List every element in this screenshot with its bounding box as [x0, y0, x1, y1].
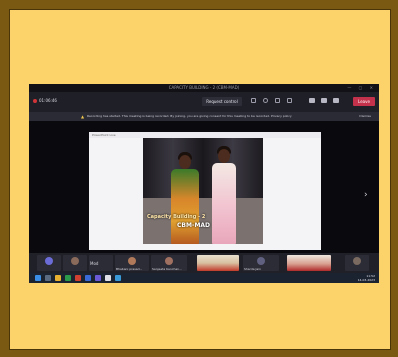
- timer-text: 01:06:46: [39, 98, 57, 103]
- windows-taskbar: 11:52 14-03-2023: [29, 273, 379, 283]
- av-controls: [309, 98, 339, 103]
- avatar: [165, 257, 173, 265]
- curtain-background: [143, 138, 263, 198]
- avatar: [257, 257, 265, 265]
- participant-video-tile[interactable]: [197, 255, 239, 271]
- avatar: [45, 257, 53, 265]
- window-controls[interactable]: — ▢ ✕: [347, 84, 376, 92]
- presentation-slide: PowerPoint Live Capacity Building - 2 CB…: [89, 132, 368, 250]
- shared-screen-stage: PowerPoint Live Capacity Building - 2 CB…: [29, 121, 379, 283]
- participant-tile[interactable]: [345, 255, 369, 271]
- toolbar-icons: [251, 98, 292, 103]
- participant-strip: Mod Bhabani prasad... Sanjeeta Kanchan..…: [29, 253, 379, 273]
- excel-icon[interactable]: [65, 275, 71, 281]
- slide-title-overlay: Capacity Building - 2: [147, 214, 206, 220]
- avatar: [71, 257, 79, 265]
- dismiss-button[interactable]: Dismiss: [359, 112, 371, 121]
- participant-label: Bhabani prasad...: [116, 267, 143, 271]
- mic-icon[interactable]: [321, 98, 327, 103]
- participant-tile[interactable]: Sharda Jain: [243, 255, 279, 271]
- powerpoint-icon[interactable]: [75, 275, 81, 281]
- window-titlebar: CAPACITY BUILDING - 2 (CBM-MAD) — ▢ ✕: [29, 84, 379, 92]
- word-icon[interactable]: [85, 275, 91, 281]
- recording-icon: [33, 98, 37, 103]
- start-icon[interactable]: [35, 275, 41, 281]
- participant-tile[interactable]: Sanjeeta Kanchan...: [151, 255, 187, 271]
- taskbar-icons: [35, 275, 121, 281]
- participant-video-tile[interactable]: [287, 255, 331, 271]
- clock-date: 14-03-2023: [357, 278, 375, 282]
- banner-text: Recording has started. This meeting is b…: [87, 114, 292, 118]
- taskbar-clock[interactable]: 11:52 14-03-2023: [358, 274, 375, 282]
- participant-label: Sharda Jain: [244, 267, 261, 271]
- participant-tile[interactable]: Mod: [89, 255, 113, 271]
- people-icon[interactable]: [263, 98, 268, 103]
- slide-photo: Capacity Building - 2 CBM-MAD: [143, 138, 263, 244]
- leave-button[interactable]: Leave: [353, 97, 375, 106]
- chrome-icon[interactable]: [105, 275, 111, 281]
- avatar: [353, 257, 361, 265]
- meeting-timer: 01:06:46: [33, 98, 57, 103]
- teams-icon[interactable]: [95, 275, 101, 281]
- request-control-button[interactable]: Request control: [202, 97, 242, 106]
- video-feed: [287, 255, 331, 271]
- meeting-toolbar: 01:06:46 Request control Leave: [29, 92, 379, 112]
- slide-subtitle-overlay: CBM-MAD: [177, 222, 211, 229]
- teams-screenshot: CAPACITY BUILDING - 2 (CBM-MAD) — ▢ ✕ 01…: [29, 84, 379, 283]
- warning-icon: ▲: [81, 114, 85, 119]
- dress: [212, 163, 236, 244]
- floor: [143, 198, 263, 244]
- head: [179, 155, 191, 169]
- window-title: CAPACITY BUILDING - 2 (CBM-MAD): [168, 85, 240, 90]
- participant-tile[interactable]: [37, 255, 61, 271]
- head: [218, 149, 230, 163]
- avatar: [128, 257, 136, 265]
- video-feed: [197, 255, 239, 271]
- search-icon[interactable]: [45, 275, 51, 281]
- chat-icon[interactable]: [251, 98, 256, 103]
- participant-tile[interactable]: [63, 255, 87, 271]
- person-right: [209, 146, 239, 244]
- next-slide-icon[interactable]: ›: [364, 190, 368, 200]
- share-icon[interactable]: [333, 98, 339, 103]
- participant-label: Sanjeeta Kanchan...: [152, 267, 182, 271]
- more-options-icon[interactable]: [287, 98, 292, 103]
- person-left: [167, 152, 203, 244]
- raise-hand-icon[interactable]: [275, 98, 280, 103]
- camera-icon[interactable]: [309, 98, 315, 103]
- edge-icon[interactable]: [115, 275, 121, 281]
- saree: [171, 169, 199, 244]
- participant-tile[interactable]: Bhabani prasad...: [115, 255, 149, 271]
- recording-banner: ▲ Recording has started. This meeting is…: [29, 112, 379, 121]
- participant-label: Mod: [90, 261, 99, 266]
- folder-icon[interactable]: [55, 275, 61, 281]
